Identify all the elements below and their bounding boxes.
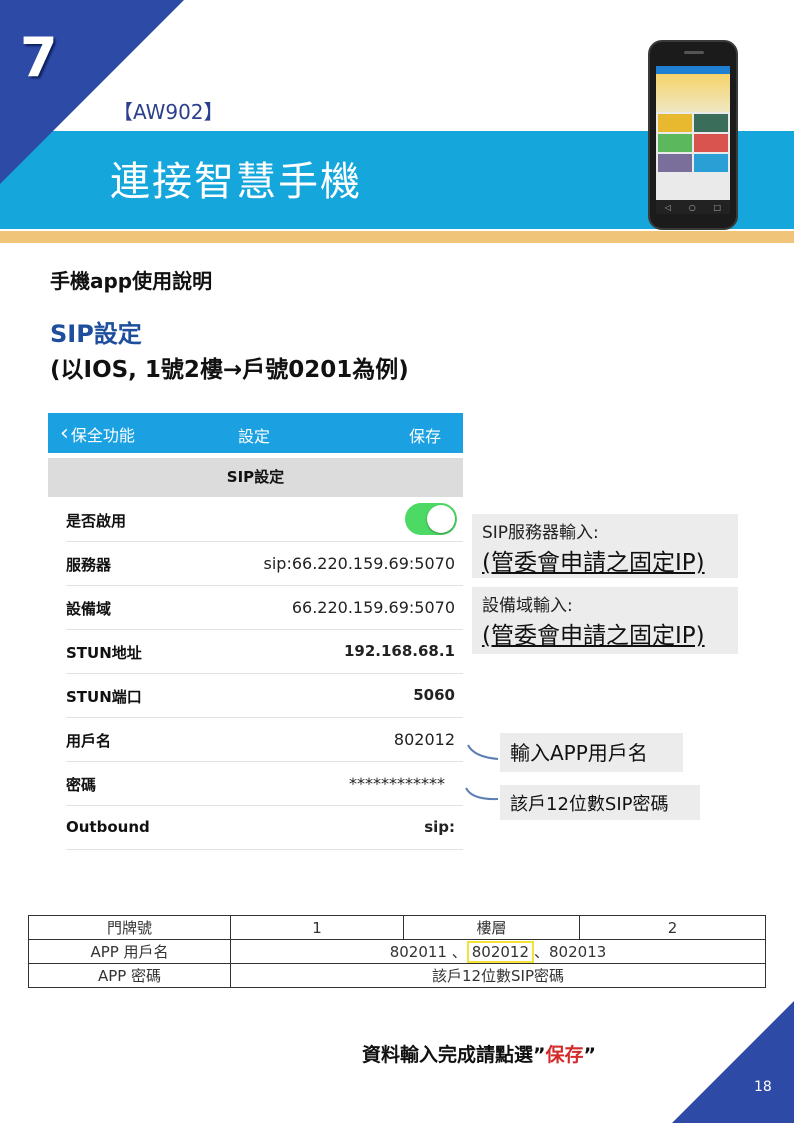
phone-tile bbox=[658, 154, 692, 172]
gold-divider bbox=[0, 231, 794, 243]
band-triangle-cut bbox=[0, 131, 53, 184]
setting-row-server[interactable]: 服務器 sip:66.220.159.69:5070 bbox=[66, 542, 463, 586]
phone-screen-banner bbox=[656, 74, 730, 112]
setting-label: Outbound bbox=[66, 818, 150, 836]
password-callout: 該戶12位數SIP密碼 bbox=[500, 785, 700, 820]
setting-label: 用戶名 bbox=[66, 732, 112, 750]
setting-row-enable: 是否啟用 bbox=[66, 498, 463, 542]
server-callout: SIP服務器輸入: (管委會申請之固定IP) bbox=[472, 514, 738, 578]
outbound-field[interactable]: sip: bbox=[424, 818, 455, 836]
back-icon: ◁ bbox=[664, 202, 672, 212]
phone-screen-tiles bbox=[656, 112, 730, 174]
setting-row-stun-port[interactable]: STUN端口 5060 bbox=[66, 674, 463, 718]
phone-screen: ◁ ○ □ bbox=[656, 66, 730, 214]
username-callout: 輸入APP用戶名 bbox=[500, 733, 683, 772]
sip-title: SIP設定 bbox=[50, 320, 142, 348]
table-row: 門牌號 1 樓層 2 bbox=[28, 915, 766, 940]
enable-toggle[interactable] bbox=[405, 503, 457, 535]
unit-info-table: 門牌號 1 樓層 2 APP 用戶名 802011 、 802012 、802013… bbox=[28, 915, 766, 988]
username-option: 、802013 bbox=[534, 943, 607, 961]
table-cell-usernames: 802011 、 802012 、802013 bbox=[230, 939, 766, 964]
model-tag: 【AW902】 bbox=[113, 100, 224, 124]
domain-callout: 設備域輸入: (管委會申請之固定IP) bbox=[472, 587, 738, 654]
toggle-knob bbox=[427, 505, 455, 533]
table-cell: 該戶12位數SIP密碼 bbox=[230, 963, 766, 988]
username-option: 802011 、 bbox=[389, 943, 467, 961]
setting-label: STUN端口 bbox=[66, 688, 142, 706]
setting-row-outbound[interactable]: Outbound sip: bbox=[66, 806, 463, 850]
callout-emphasis: (管委會申請之固定IP) bbox=[482, 623, 705, 649]
setting-label: 服務器 bbox=[66, 556, 112, 574]
footer-note-quote: ” bbox=[583, 1044, 597, 1066]
recent-icon: □ bbox=[713, 202, 722, 212]
save-button[interactable]: 保存 bbox=[409, 423, 441, 447]
table-cell: 1 bbox=[230, 915, 404, 940]
sip-subtitle: (以IOS, 1號2樓→戶號0201為例) bbox=[50, 357, 409, 383]
app-navbar: ‹ 保全功能 設定 保存 bbox=[48, 413, 463, 453]
phone-tile bbox=[694, 114, 728, 132]
phone-tile bbox=[658, 134, 692, 152]
password-field[interactable]: ************ bbox=[349, 774, 445, 793]
smartphone-image: ◁ ○ □ bbox=[648, 40, 738, 230]
table-cell: 樓層 bbox=[403, 915, 580, 940]
setting-row-domain[interactable]: 設備域 66.220.159.69:5070 bbox=[66, 586, 463, 630]
highlighted-username: 802012 bbox=[466, 941, 535, 963]
page-number: 18 bbox=[754, 1079, 772, 1095]
chapter-number: 7 bbox=[20, 26, 58, 89]
phone-screen-header bbox=[656, 66, 730, 74]
phone-tile bbox=[658, 114, 692, 132]
phone-speaker bbox=[684, 51, 704, 54]
callout-caption: 設備域輸入: bbox=[482, 596, 573, 616]
username-field[interactable]: 802012 bbox=[394, 730, 455, 749]
table-cell: 2 bbox=[579, 915, 766, 940]
phone-tile bbox=[694, 154, 728, 172]
chevron-left-icon: ‹ bbox=[60, 421, 69, 446]
phone-navbar: ◁ ○ □ bbox=[656, 200, 730, 214]
table-cell: APP 密碼 bbox=[28, 963, 231, 988]
callout-emphasis: (管委會申請之固定IP) bbox=[482, 550, 705, 576]
sip-settings-section-header: SIP設定 bbox=[48, 458, 463, 497]
back-label: 保全功能 bbox=[70, 426, 135, 445]
table-row: APP 密碼 該戶12位數SIP密碼 bbox=[28, 963, 766, 988]
callout-connector bbox=[465, 744, 499, 801]
home-icon: ○ bbox=[688, 202, 696, 212]
page-title: 連接智慧手機 bbox=[110, 159, 362, 205]
connector-password bbox=[465, 787, 499, 801]
table-row: APP 用戶名 802011 、 802012 、802013 bbox=[28, 939, 766, 964]
table-cell: 門牌號 bbox=[28, 915, 231, 940]
server-field[interactable]: sip:66.220.159.69:5070 bbox=[264, 554, 456, 573]
callout-caption: SIP服務器輸入: bbox=[482, 523, 599, 543]
app-settings-screenshot: ‹ 保全功能 設定 保存 SIP設定 是否啟用 服務器 sip:66.220.1… bbox=[48, 413, 463, 853]
table-cell: APP 用戶名 bbox=[28, 939, 231, 964]
section-heading: 手機app使用說明 bbox=[50, 269, 213, 293]
footer-note-save: 保存 bbox=[545, 1044, 584, 1066]
setting-label: 設備域 bbox=[66, 600, 112, 618]
back-button[interactable]: ‹ 保全功能 bbox=[60, 422, 135, 446]
domain-field[interactable]: 66.220.159.69:5070 bbox=[292, 598, 455, 617]
setting-label: STUN地址 bbox=[66, 644, 142, 662]
stun-address-field[interactable]: 192.168.68.1 bbox=[344, 642, 455, 660]
stun-port-field[interactable]: 5060 bbox=[413, 686, 455, 704]
connector-username bbox=[467, 744, 499, 760]
phone-tile bbox=[694, 134, 728, 152]
setting-row-stun-address[interactable]: STUN地址 192.168.68.1 bbox=[66, 630, 463, 674]
footer-note: 資料輸入完成請點選”保存” bbox=[362, 1040, 596, 1067]
setting-row-password[interactable]: 密碼 ************ bbox=[66, 762, 463, 806]
setting-label: 是否啟用 bbox=[66, 512, 127, 530]
footer-note-text: 資料輸入完成請點選” bbox=[362, 1044, 546, 1066]
setting-row-username[interactable]: 用戶名 802012 bbox=[66, 718, 463, 762]
nav-title: 設定 bbox=[238, 427, 271, 446]
setting-label: 密碼 bbox=[66, 776, 97, 794]
settings-list: 是否啟用 服務器 sip:66.220.159.69:5070 設備域 66.2… bbox=[66, 498, 463, 850]
corner-triangle-bottom bbox=[672, 1001, 794, 1123]
